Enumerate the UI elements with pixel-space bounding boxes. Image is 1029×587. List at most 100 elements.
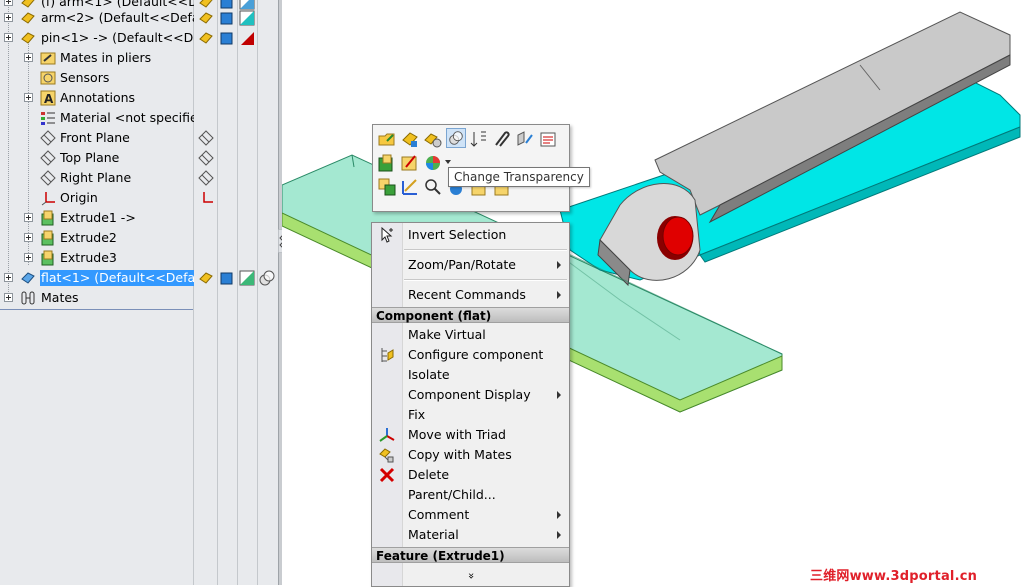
submenu-arrow-icon [557,291,561,299]
menu-item-configure-component[interactable]: Configure component [372,345,569,365]
submenu-arrow-icon [557,531,561,539]
menu-item-component-display[interactable]: Component Display [372,385,569,405]
tree-item-extrude1[interactable]: Extrude1 -> [0,208,278,228]
zoom-to-selection-icon[interactable] [423,177,443,197]
menu-item-material[interactable]: Material [372,525,569,545]
display-state-icon[interactable] [219,10,235,26]
configure-component-icon [381,348,394,362]
menu-item-delete[interactable]: Delete [372,465,569,485]
tree-item-label: Extrude1 -> [60,210,136,225]
display-state-icon[interactable] [219,270,235,286]
change-transparency-icon[interactable] [446,128,466,148]
expand-icon[interactable] [4,0,13,6]
expand-icon[interactable] [24,213,33,222]
plane-visibility-icon[interactable] [198,130,214,146]
menu-item-move-with-triad[interactable]: Move with Triad [372,425,569,445]
menu-item-label: Delete [408,467,450,482]
isolate-icon[interactable] [377,153,397,173]
tree-item-flat1[interactable]: flat<1> (Default<<Default [0,268,278,288]
config-icon[interactable] [198,10,214,26]
tree-item-pin1[interactable]: pin<1> -> (Default<<Defa [0,28,278,48]
expand-icon[interactable] [24,233,33,242]
edit-part-icon[interactable] [400,129,420,149]
tree-item-arm2[interactable]: arm<2> (Default<<Defaul [0,8,278,28]
select-other-icon[interactable] [377,177,397,197]
component-properties-icon[interactable] [538,129,558,149]
origin-visibility-icon[interactable] [198,190,214,206]
menu-item-invert-selection[interactable]: Invert Selection [372,225,569,245]
menu-item-label: Material [408,527,459,542]
menu-item-comment[interactable]: Comment [372,505,569,525]
tree-item-label: Front Plane [60,130,130,145]
config-icon[interactable] [198,270,214,286]
copy-with-mates-icon [379,448,394,463]
menu-item-make-virtual[interactable]: Make Virtual [372,325,569,345]
display-state-icon[interactable] [219,30,235,46]
delete-icon [379,467,395,483]
origin-icon [41,192,55,206]
appearance-icon[interactable] [239,30,255,46]
tree-item-mates[interactable]: Mates [0,288,278,308]
plane-visibility-icon[interactable] [198,170,214,186]
menu-item-label: Recent Commands [408,287,526,302]
tree-item-label: Extrude2 [60,230,117,245]
dropdown-arrow-icon[interactable] [445,159,451,165]
config-icon[interactable] [198,30,214,46]
tree-item-extrude2[interactable]: Extrude2 [0,228,278,248]
rebuild-icon[interactable] [469,129,489,149]
mates-icon [21,291,35,305]
tree-item-top-plane[interactable]: Top Plane [0,148,278,168]
expand-icon[interactable] [4,13,13,22]
sensor-icon [40,71,56,85]
tree-item-annotations[interactable]: A Annotations [0,88,278,108]
tree-item-extrude3[interactable]: Extrude3 [0,248,278,268]
expand-icon[interactable] [4,293,13,302]
tree-item-label: Top Plane [60,150,120,165]
hide-components-icon[interactable] [423,129,443,149]
expand-menu-chevron-icon[interactable]: » [464,569,478,583]
submenu-arrow-icon [557,261,561,269]
menu-item-isolate[interactable]: Isolate [372,365,569,385]
edit-sketch-icon[interactable] [400,153,420,173]
part-icon [21,12,35,24]
menu-item-parent-child[interactable]: Parent/Child... [372,485,569,505]
plane-icon [40,170,56,186]
cursor-icon [381,227,393,243]
appearance-icon[interactable] [239,270,255,286]
menu-item-label: Comment [408,507,470,522]
pin-part[interactable] [657,216,694,260]
appearance-icon[interactable] [423,153,443,173]
expand-icon[interactable] [4,273,13,282]
collapse-icon[interactable] [4,33,13,42]
expand-icon[interactable] [24,53,33,62]
transparency-icon[interactable] [259,270,275,286]
tree-item-origin[interactable]: Origin [0,188,278,208]
open-part-icon[interactable] [377,129,397,149]
menu-item-copy-with-mates[interactable]: Copy with Mates [372,445,569,465]
extrude-icon [41,250,54,266]
smart-mate-icon[interactable] [492,129,512,149]
expand-icon[interactable] [24,93,33,102]
tree-item-right-plane[interactable]: Right Plane [0,168,278,188]
menu-item-zoom-pan-rotate[interactable]: Zoom/Pan/Rotate [372,255,569,275]
appearance-icon[interactable] [239,10,255,26]
menu-item-label: Make Virtual [408,327,486,342]
tree-item-front-plane[interactable]: Front Plane [0,128,278,148]
menu-item-recent-commands[interactable]: Recent Commands [372,285,569,305]
plane-visibility-icon[interactable] [198,150,214,166]
menu-item-label: Parent/Child... [408,487,496,502]
tree-item-mates-in-pliers[interactable]: Mates in pliers [0,48,278,68]
expand-icon[interactable] [24,253,33,262]
menu-item-label: Zoom/Pan/Rotate [408,257,516,272]
tree-item-material[interactable]: Material <not specified [0,108,278,128]
menu-separator [404,279,567,281]
menu-item-label: Invert Selection [408,227,507,242]
sketch-icon[interactable] [400,177,420,197]
menu-item-fix[interactable]: Fix [372,405,569,425]
tree-item-label: Mates in pliers [60,50,152,65]
tree-item-sensors[interactable]: Sensors [0,68,278,88]
annotations-icon: A [40,90,56,106]
menu-item-label: Move with Triad [408,427,506,442]
tree-item-label: arm<2> (Default<<Defaul [41,10,194,25]
mate-icon[interactable] [515,129,535,149]
